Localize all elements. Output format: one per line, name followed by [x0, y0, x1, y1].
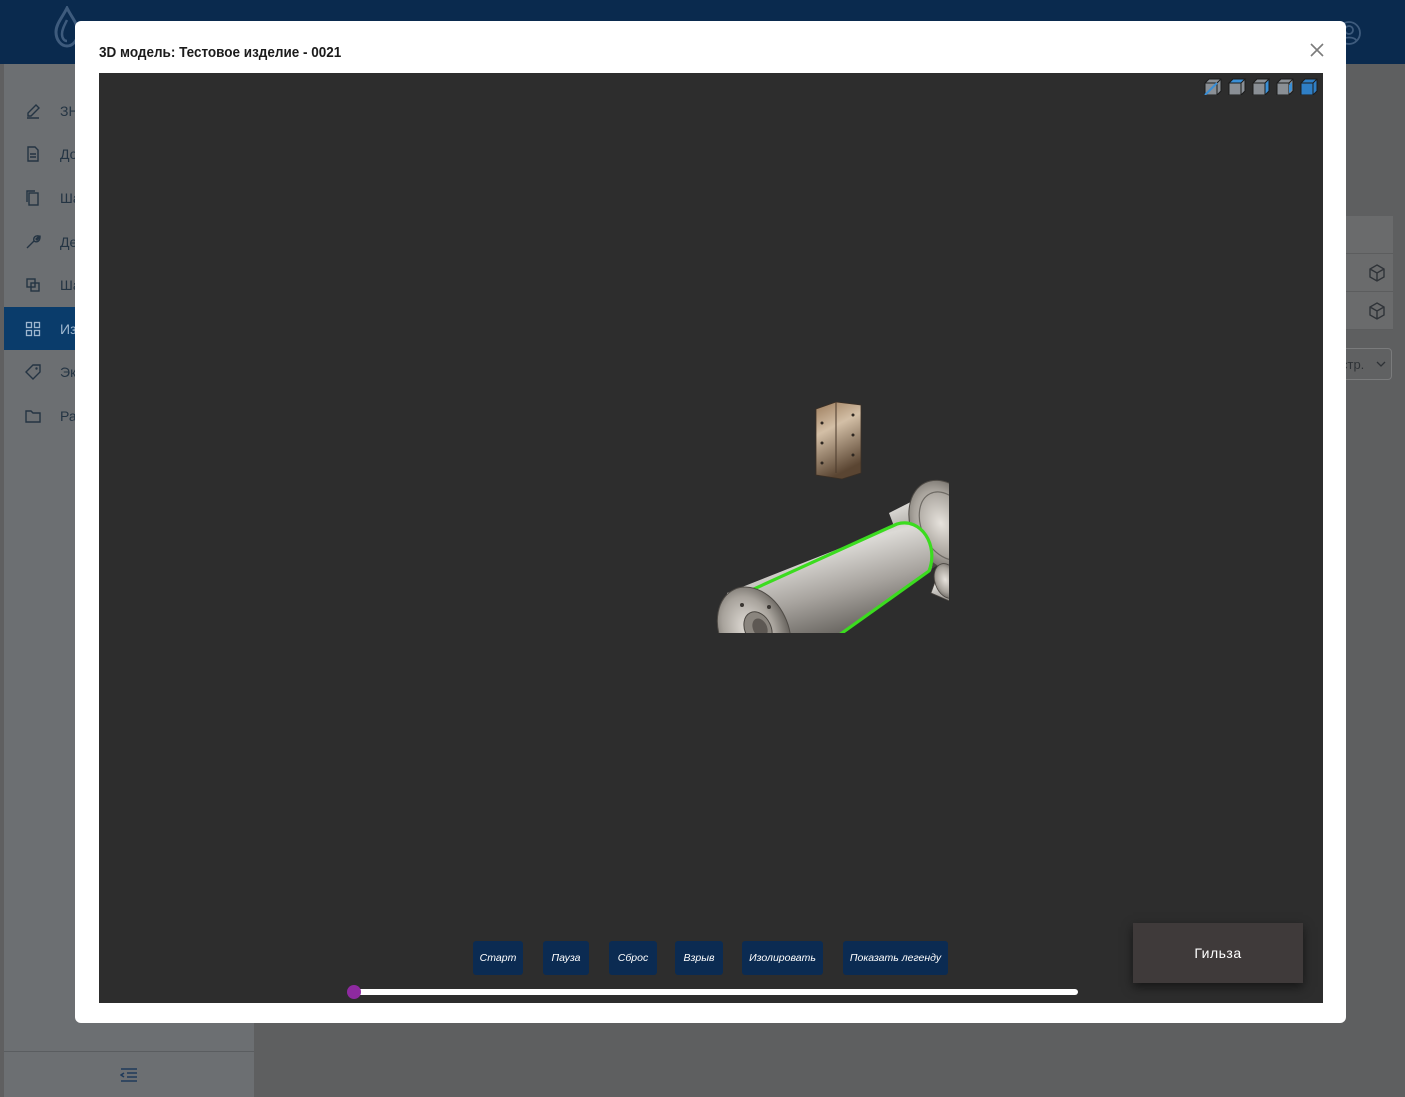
isolate-button[interactable]: Изолировать [742, 941, 823, 975]
3d-model[interactable] [609, 393, 949, 633]
view-cube-4-icon[interactable] [1275, 77, 1295, 95]
wrench-icon [24, 233, 42, 251]
tag-icon [24, 363, 42, 381]
view-cube-2-icon[interactable] [1227, 77, 1247, 95]
sidebar-item-label: Из [60, 320, 77, 337]
slider-track[interactable] [353, 989, 1078, 995]
show-legend-button[interactable]: Показать легенду [843, 941, 948, 975]
reset-button[interactable]: Сброс [609, 941, 657, 975]
view-cube-1-icon[interactable] [1203, 77, 1223, 95]
timeline-slider[interactable] [347, 985, 1080, 999]
start-button[interactable]: Старт [473, 941, 523, 975]
3d-viewport[interactable]: Старт Пауза Сброс Взрыв Изолировать Пока… [99, 73, 1323, 1003]
pause-button[interactable]: Пауза [543, 941, 589, 975]
close-icon[interactable] [1307, 40, 1327, 60]
view-cube-3-icon[interactable] [1251, 77, 1271, 95]
document-icon [24, 145, 42, 163]
copy-icon [24, 189, 42, 207]
sidebar-footer [4, 1051, 254, 1097]
slider-thumb[interactable] [347, 985, 361, 999]
layers-icon [24, 276, 42, 294]
modal-title: 3D модель: Тестовое изделие - 0021 [99, 44, 342, 61]
grid-icon [24, 320, 42, 338]
sidebar-item-label: Эк [60, 363, 77, 380]
cube-icon[interactable] [1367, 301, 1387, 321]
selected-part-label: Гильза [1133, 923, 1303, 983]
chevron-down-icon [1376, 361, 1386, 367]
collapse-menu-icon[interactable] [120, 1067, 138, 1083]
edit-icon [24, 102, 42, 120]
folder-icon [24, 407, 42, 425]
view-cube-5-icon[interactable] [1299, 77, 1319, 95]
cube-icon[interactable] [1367, 263, 1387, 283]
explode-button[interactable]: Взрыв [675, 941, 723, 975]
view-cube-toolbar [1203, 77, 1319, 95]
model-viewer-modal: 3D модель: Тестовое изделие - 0021 Старт… [75, 21, 1346, 1023]
